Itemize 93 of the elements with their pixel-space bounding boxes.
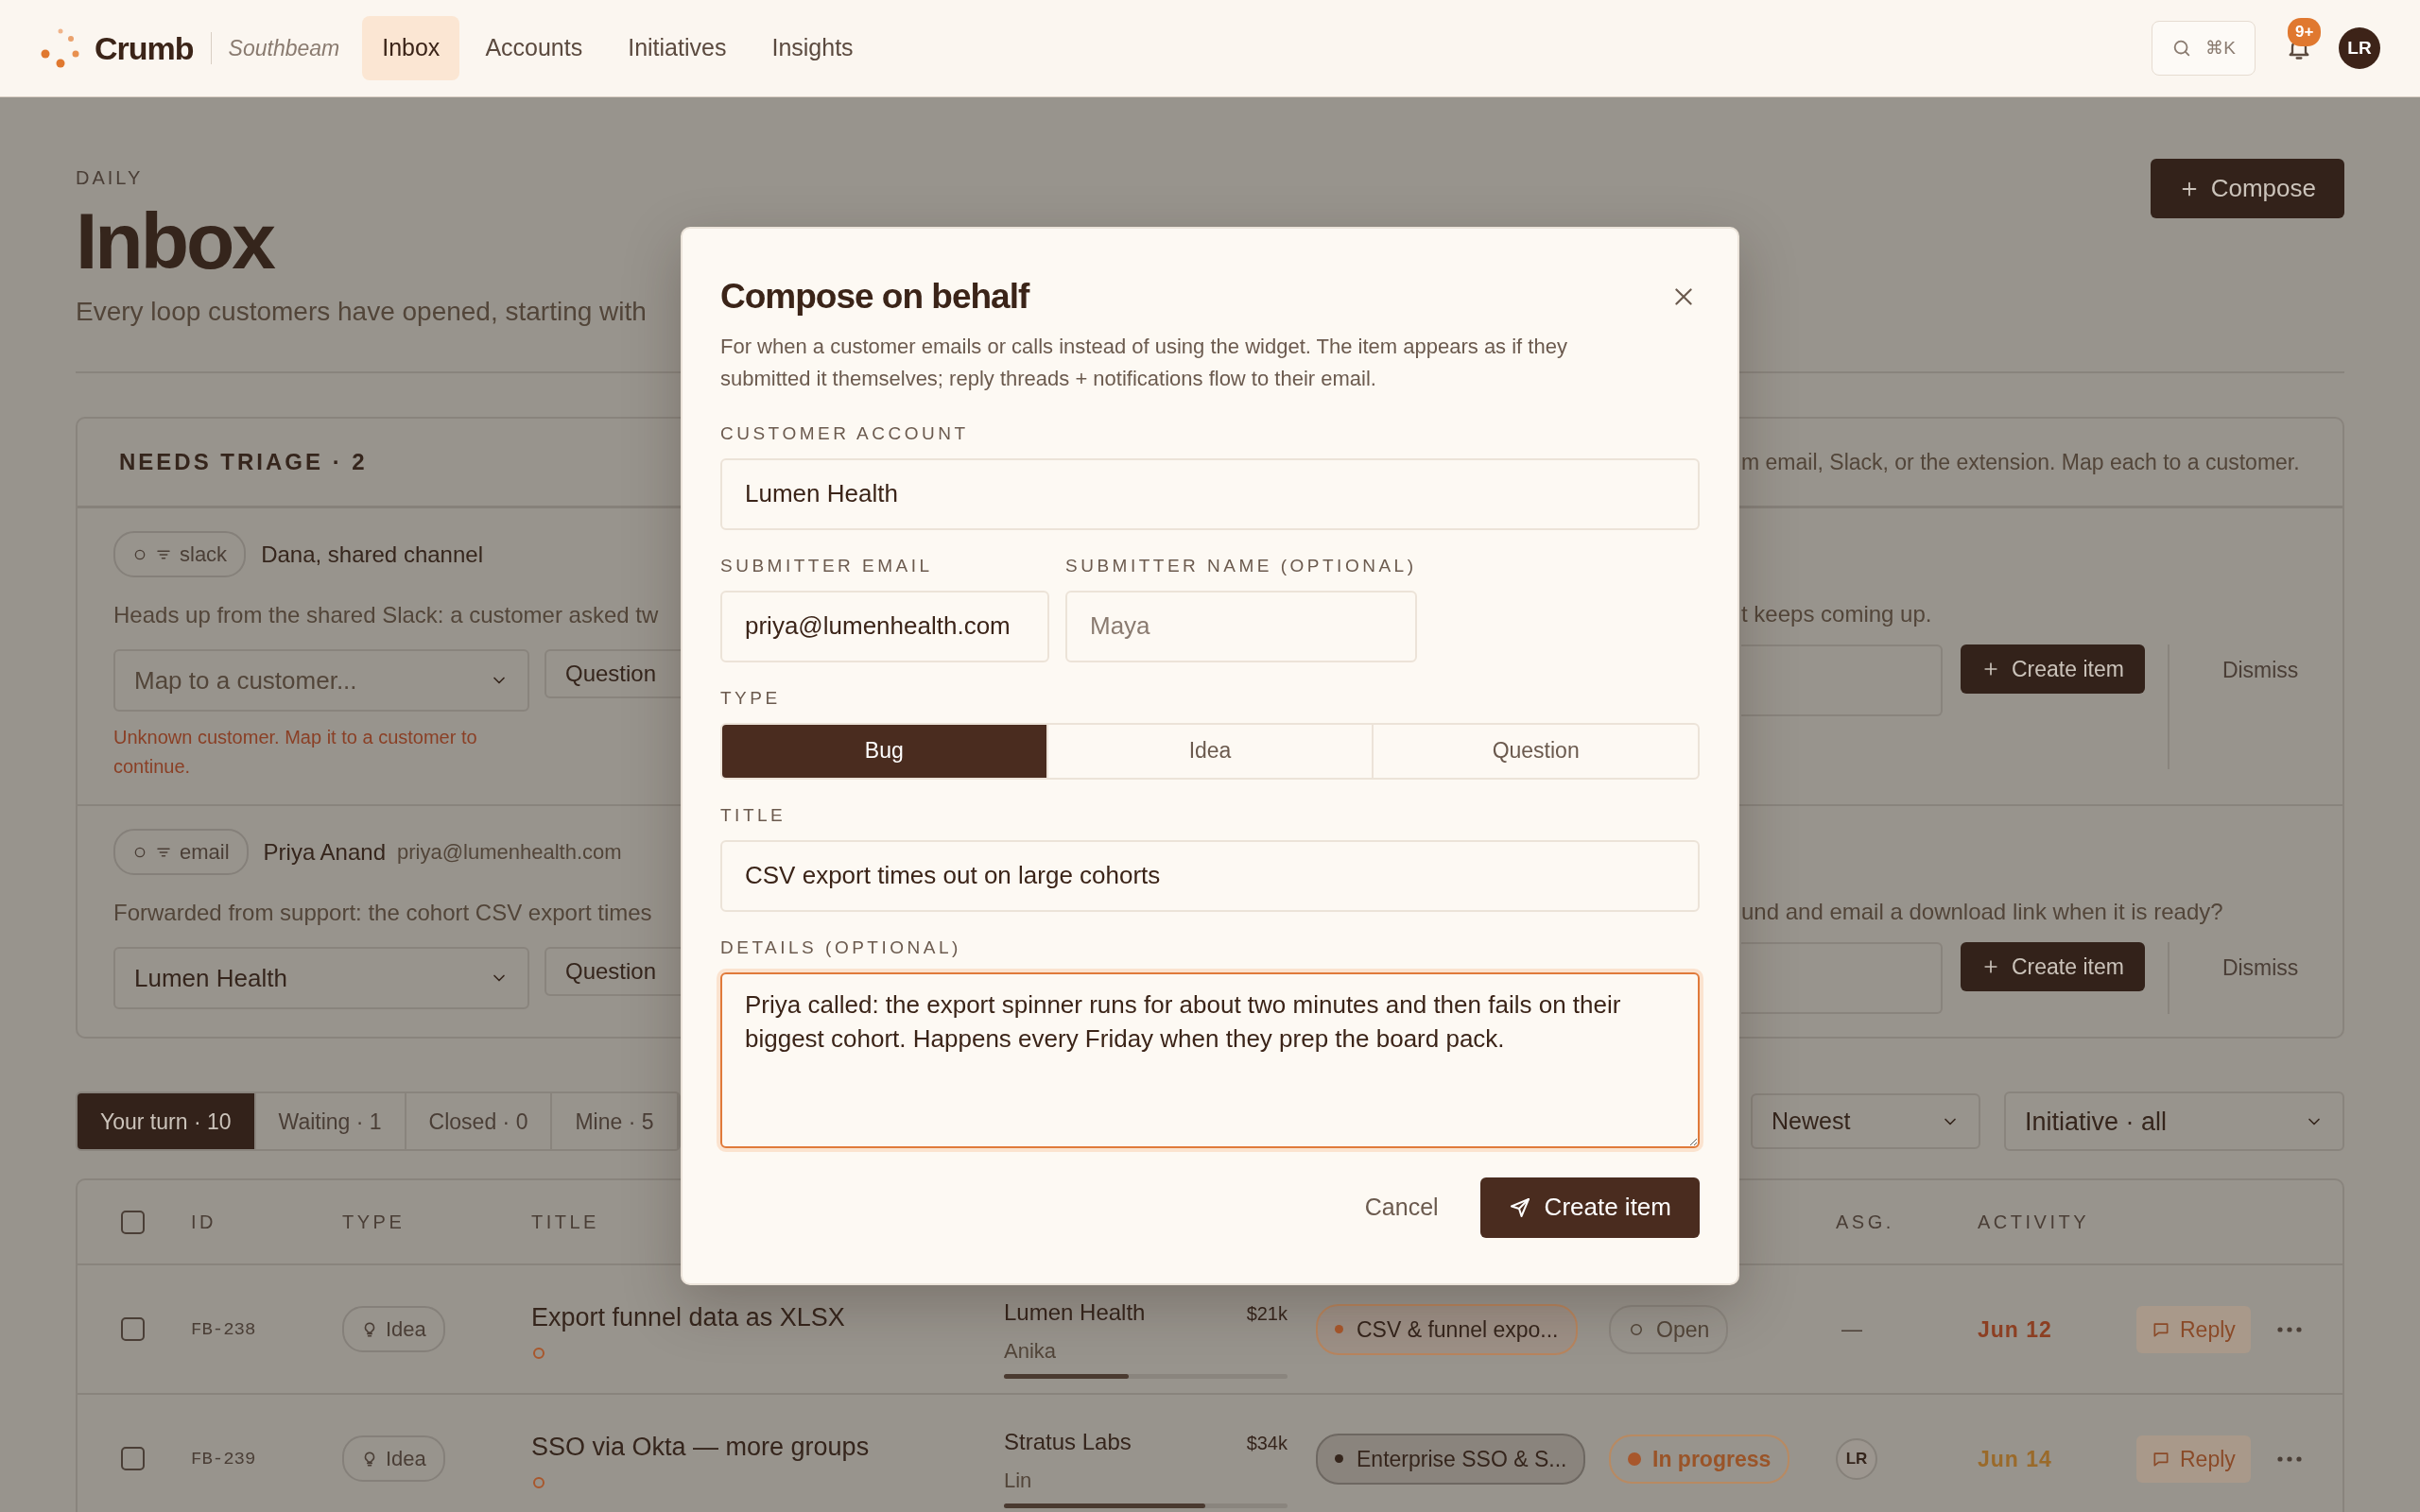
status-label: Open: [1656, 1315, 1710, 1344]
user-avatar[interactable]: LR: [2339, 27, 2380, 69]
text-field[interactable]: [1741, 644, 1943, 717]
column-header: TITLE: [530, 1211, 600, 1235]
text-field[interactable]: [1741, 942, 1943, 1015]
name-field[interactable]: Maya: [1065, 590, 1417, 662]
column-header: ID: [190, 1211, 217, 1235]
checkbox[interactable]: [121, 1210, 145, 1234]
nav-link[interactable]: Initiatives: [608, 16, 747, 80]
field-label: CUSTOMER ACCOUNT: [720, 421, 970, 445]
checkbox[interactable]: [121, 1317, 145, 1342]
field-label: TITLE: [720, 803, 787, 827]
page-subtitle: Every loop customers have opened, starting with: [76, 296, 647, 329]
account-value: $21k: [1246, 1301, 1288, 1326]
send-icon: [1508, 1195, 1531, 1219]
message-text: und and email a download link when it is ready?: [1741, 898, 2224, 927]
sort-select[interactable]: Newest: [1751, 1093, 1980, 1150]
notification-count: 9+: [2288, 18, 2322, 46]
item-id: FB-238: [190, 1317, 257, 1342]
sender-name: Priya Anand: [263, 837, 386, 867]
initiative-select[interactable]: Initiative · all: [2004, 1091, 2344, 1152]
page-title: Inbox: [76, 198, 276, 285]
type-option[interactable]: Bug: [722, 724, 1048, 778]
nav-link[interactable]: Inbox: [362, 16, 460, 80]
page-eyebrow: DAILY: [76, 166, 145, 190]
status-label: In progress: [1652, 1445, 1772, 1473]
create-item-button[interactable]: Create item: [1479, 1177, 1700, 1238]
customer-select[interactable]: Lumen Health: [113, 947, 529, 1010]
item-title[interactable]: Export funnel data as XLSX: [531, 1298, 985, 1337]
dialog-description: For when a customer emails or calls instead of using the widget. The item appears as if they submitted it themselves; reply threads + notifications flow to their email.: [720, 334, 1568, 393]
field-label: SUBMITTER NAME (OPTIONAL): [1065, 554, 1417, 577]
brand-name: Crumb: [95, 28, 194, 68]
message-text: Heads up from the shared Slack: a customer asked tw: [113, 601, 660, 630]
customer-field[interactable]: Lumen Health: [720, 457, 1700, 530]
item-title[interactable]: SSO via Okta — more groups: [531, 1428, 985, 1467]
source-label: email: [180, 839, 230, 867]
initiative-label: CSV & funnel expo...: [1357, 1315, 1559, 1344]
activity-date: Jun 12: [1978, 1316, 2052, 1342]
initiative-label: Enterprise SSO & S...: [1357, 1445, 1567, 1473]
filter-tab[interactable]: Your turn · 10: [78, 1093, 256, 1150]
type-label: Idea: [386, 1316, 426, 1344]
type-option[interactable]: Question: [1374, 724, 1698, 778]
message-text: Forwarded from support: the cohort CSV export times: [113, 899, 653, 928]
dismiss-button[interactable]: Dismiss: [2210, 952, 2310, 981]
customer-name: Stratus Labs: [1004, 1427, 1132, 1456]
type-label: Idea: [386, 1446, 426, 1473]
ring-icon: [531, 1345, 546, 1361]
details-field[interactable]: Priya called: the export spinner runs for about two minutes and then fails on their biggest cohort. Happens every Friday when they prep the board pack.: [720, 971, 1700, 1148]
field-label: SUBMITTER EMAIL: [720, 554, 934, 577]
create-item-button[interactable]: Create item: [1961, 644, 2145, 695]
customer-name: Lumen Health: [1004, 1297, 1146, 1327]
column-header: ASG.: [1835, 1211, 1895, 1235]
field-label: DETAILS (OPTIONAL): [720, 936, 962, 959]
assignee-avatar: LR: [1836, 1437, 1877, 1480]
initiative-tag[interactable]: CSV & funnel expo...: [1316, 1303, 1578, 1356]
sender-email: priya@lumenhealth.com: [397, 839, 622, 867]
type-option[interactable]: Idea: [1047, 724, 1374, 778]
item-id: FB-239: [190, 1447, 257, 1471]
filter-tab[interactable]: Mine · 5: [552, 1093, 679, 1150]
nav-link[interactable]: Accounts: [465, 16, 603, 80]
dismiss-button[interactable]: Dismiss: [2210, 654, 2310, 683]
compose-button[interactable]: Compose: [2150, 159, 2344, 218]
column-header: TYPE: [341, 1211, 406, 1235]
checkbox[interactable]: [121, 1447, 145, 1471]
create-item-button[interactable]: Create item: [1961, 942, 2145, 992]
section-title: NEEDS TRIAGE · 2: [118, 448, 369, 477]
filter-tab[interactable]: Closed · 0: [406, 1093, 553, 1150]
more-icon[interactable]: [2276, 1455, 2302, 1462]
email-field[interactable]: priya@lumenhealth.com: [720, 590, 1049, 662]
message-text: t keeps coming up.: [1741, 600, 1933, 629]
workspace-name: Southbeam: [228, 34, 340, 62]
progress-dot: [1628, 1452, 1641, 1466]
initiative-tag[interactable]: Enterprise SSO & S...: [1316, 1433, 1586, 1486]
error-message: Unknown customer. Map it to a customer to continue.: [113, 726, 478, 780]
logo-icon: [40, 27, 81, 69]
title-field[interactable]: CSV export times out on large cohorts: [720, 839, 1700, 912]
section-note: m email, Slack, or the extension. Map each to a customer.: [1741, 449, 2301, 477]
dialog-title: Compose on behalf: [720, 276, 1029, 318]
assignee-empty: —: [1841, 1317, 1862, 1342]
more-icon[interactable]: [2276, 1326, 2302, 1332]
column-header: ACTIVITY: [1977, 1211, 2090, 1235]
ring-icon: [531, 1474, 546, 1490]
search-button[interactable]: ⌘K: [2152, 21, 2256, 76]
cancel-button[interactable]: Cancel: [1345, 1179, 1458, 1235]
field-label: TYPE: [720, 686, 782, 710]
account-value: $34k: [1246, 1431, 1288, 1455]
filter-tab[interactable]: Waiting · 1: [255, 1093, 406, 1150]
nav-link[interactable]: Insights: [752, 16, 873, 80]
owner-name: Anika: [1004, 1337, 1058, 1365]
activity-date: Jun 14: [1978, 1446, 2052, 1471]
source-label: slack: [180, 541, 228, 569]
owner-name: Lin: [1004, 1467, 1033, 1494]
sender-name: Dana, shared channel: [261, 540, 483, 569]
